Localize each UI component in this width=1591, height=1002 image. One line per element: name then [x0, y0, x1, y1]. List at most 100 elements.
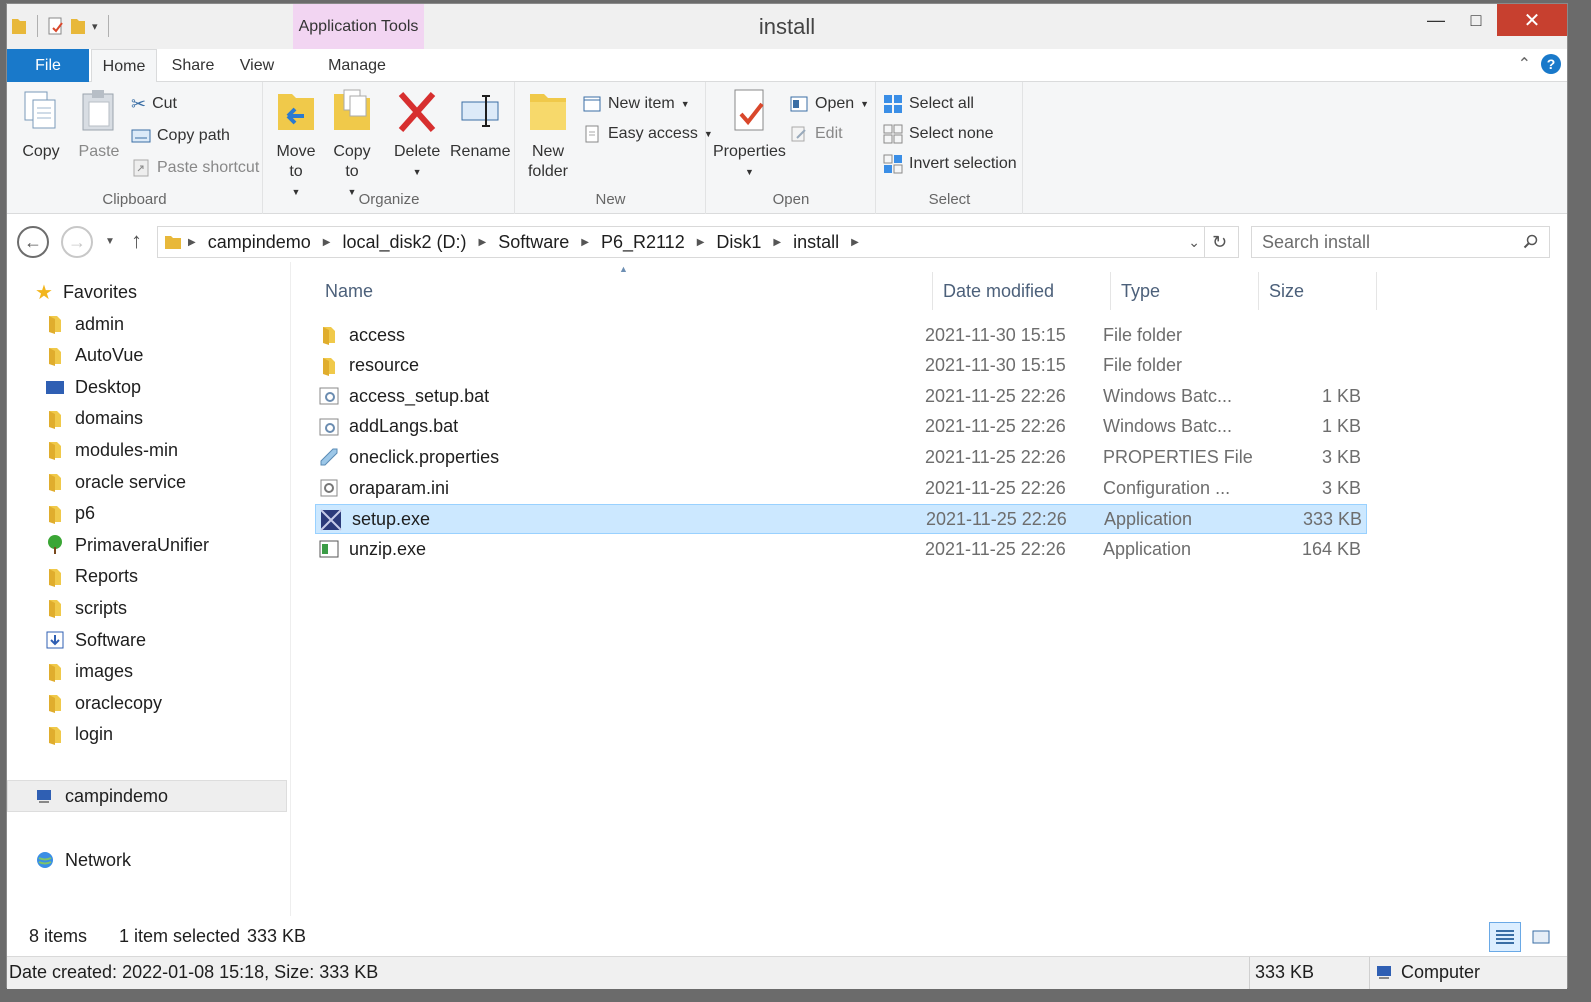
- paste-shortcut-button[interactable]: Paste shortcut: [131, 156, 259, 180]
- close-button[interactable]: ✕: [1497, 4, 1567, 36]
- sidebar-item-primaveraunifier[interactable]: PrimaveraUnifier: [45, 531, 209, 559]
- cut-button[interactable]: ✂ Cut: [131, 92, 177, 116]
- move-to-button[interactable]: Move to ▼: [274, 86, 318, 202]
- new-item-button[interactable]: New item ▼: [582, 92, 690, 116]
- tab-view[interactable]: View: [228, 49, 286, 82]
- tab-manage[interactable]: Manage: [307, 49, 407, 82]
- tab-home[interactable]: Home: [91, 49, 157, 83]
- sidebar-item-login[interactable]: login: [45, 721, 113, 749]
- edit-button[interactable]: Edit: [789, 122, 843, 146]
- folder-icon: [323, 327, 335, 345]
- copy-to-label: Copy to: [333, 143, 371, 180]
- invert-selection-button[interactable]: Invert selection: [883, 152, 1017, 176]
- recent-locations-icon[interactable]: ▼: [105, 236, 115, 247]
- chevron-right-icon[interactable]: ▶: [182, 237, 202, 248]
- search-input[interactable]: Search install: [1251, 226, 1550, 258]
- chevron-right-icon[interactable]: ▶: [575, 237, 595, 248]
- nav-favorites[interactable]: ★ Favorites: [35, 278, 137, 306]
- file-row[interactable]: access_setup.bat 2021-11-25 22:26 Windows …: [315, 381, 1367, 411]
- new-folder-button[interactable]: New folder: [526, 86, 570, 182]
- chevron-right-icon[interactable]: ▶: [691, 237, 711, 248]
- file-row[interactable]: setup.exe 2021-11-25 22:26 Application 333 …: [315, 503, 1367, 534]
- properties-icon[interactable]: [48, 16, 64, 36]
- sidebar-item-scripts[interactable]: scripts: [45, 594, 127, 622]
- breadcrumb-p6-r2112[interactable]: P6_R2112: [595, 232, 691, 253]
- file-row[interactable]: access 2021-11-30 15:15 File folder: [315, 320, 1367, 350]
- folder-icon[interactable]: [11, 16, 27, 36]
- select-none-button[interactable]: Select none: [883, 122, 994, 146]
- chevron-right-icon[interactable]: ▶: [845, 237, 865, 248]
- collapse-ribbon-icon[interactable]: ⌃: [1518, 54, 1531, 74]
- file-name: access: [349, 324, 406, 345]
- refresh-icon[interactable]: ↻: [1204, 227, 1234, 257]
- sidebar-item-oraclecopy[interactable]: oraclecopy: [45, 689, 162, 717]
- breadcrumb-local-disk2[interactable]: local_disk2 (D:): [336, 232, 472, 253]
- chevron-right-icon[interactable]: ▶: [317, 237, 337, 248]
- file-type: PROPERTIES File: [1103, 446, 1253, 467]
- easy-access-button[interactable]: Easy access ▼: [582, 122, 713, 146]
- copy-icon: [24, 91, 56, 129]
- file-row[interactable]: unzip.exe 2021-11-25 22:26 Application 164 …: [315, 534, 1367, 564]
- column-header-size[interactable]: Size: [1259, 272, 1377, 310]
- file-size: 333 KB: [1302, 509, 1362, 530]
- column-header-date[interactable]: Date modified: [933, 272, 1111, 310]
- paste-button[interactable]: Paste: [77, 86, 121, 162]
- sidebar-item-modules-min[interactable]: modules-min: [45, 436, 178, 464]
- back-button[interactable]: ←: [17, 226, 49, 258]
- invert-selection-label: Invert selection: [909, 155, 1017, 172]
- maximize-button[interactable]: □: [1455, 4, 1497, 36]
- customize-qat-icon[interactable]: ▾: [92, 20, 98, 33]
- column-header-type[interactable]: Type: [1111, 272, 1259, 310]
- nav-network[interactable]: Network: [35, 846, 131, 874]
- column-header-name[interactable]: Name: [315, 272, 933, 310]
- clipboard-group-label: Clipboard: [102, 191, 167, 208]
- forward-button[interactable]: →: [61, 226, 93, 258]
- status-bar: 8 items 1 item selected 333 KB: [7, 916, 1567, 956]
- sidebar-item-admin[interactable]: admin: [45, 310, 124, 338]
- sidebar-item-autovue[interactable]: AutoVue: [45, 342, 143, 370]
- rename-button[interactable]: Rename: [450, 86, 510, 162]
- chevron-right-icon[interactable]: ▶: [473, 237, 493, 248]
- breadcrumb-software[interactable]: Software: [492, 232, 575, 253]
- file-row[interactable]: oraparam.ini 2021-11-25 22:26 Configuratio…: [315, 473, 1367, 503]
- delete-button[interactable]: Delete ▼: [394, 86, 440, 182]
- quick-access-toolbar: ▾: [11, 12, 113, 40]
- copy-to-button[interactable]: Copy to ▼: [330, 86, 374, 202]
- breadcrumb-disk1[interactable]: Disk1: [710, 232, 767, 253]
- open-button[interactable]: Open ▼: [789, 92, 869, 116]
- sidebar-item-p6[interactable]: p6: [45, 500, 95, 528]
- invert-selection-icon: [883, 154, 903, 174]
- sidebar-item-oracle-service[interactable]: oracle service: [45, 468, 186, 496]
- address-history-icon[interactable]: ⌄: [1188, 234, 1200, 251]
- sidebar-item-domains[interactable]: domains: [45, 405, 143, 433]
- new-folder-icon[interactable]: [70, 16, 86, 36]
- help-icon[interactable]: ?: [1541, 54, 1561, 74]
- chevron-right-icon[interactable]: ▶: [767, 237, 787, 248]
- sidebar-item-desktop[interactable]: Desktop: [45, 373, 141, 401]
- file-name: unzip.exe: [349, 538, 427, 559]
- details-view-button[interactable]: [1489, 922, 1521, 952]
- copy-path-button[interactable]: Copy path: [131, 124, 230, 148]
- large-icons-view-button[interactable]: [1525, 922, 1557, 952]
- sidebar-item-images[interactable]: images: [45, 658, 133, 686]
- sidebar-item-software[interactable]: Software: [45, 626, 146, 654]
- details-bar: Date created: 2022-01-08 15:18, Size: 33…: [7, 956, 1567, 989]
- up-arrow-icon[interactable]: ↑: [131, 228, 142, 254]
- file-row[interactable]: oneclick.properties 2021-11-25 22:26 PROPE…: [315, 442, 1367, 472]
- address-bar[interactable]: ▶ campindemo ▶ local_disk2 (D:) ▶ Softwa…: [157, 226, 1239, 258]
- file-row[interactable]: addLangs.bat 2021-11-25 22:26 Windows Batc…: [315, 412, 1367, 442]
- copy-button[interactable]: Copy: [19, 86, 63, 162]
- tab-share[interactable]: Share: [162, 49, 224, 82]
- tab-file[interactable]: File: [7, 49, 89, 82]
- sidebar-item-label: images: [75, 661, 134, 682]
- sidebar-item-reports[interactable]: Reports: [45, 563, 138, 591]
- file-type: Application: [1103, 538, 1192, 559]
- minimize-button[interactable]: —: [1417, 4, 1455, 36]
- nav-computer[interactable]: campindemo: [35, 782, 168, 810]
- breadcrumb-campindemo[interactable]: campindemo: [202, 232, 317, 253]
- properties-button[interactable]: Properties ▼: [713, 86, 786, 182]
- breadcrumb-install[interactable]: install: [787, 232, 845, 253]
- file-row[interactable]: resource 2021-11-30 15:15 File folder: [315, 351, 1367, 381]
- select-all-button[interactable]: Select all: [883, 92, 974, 116]
- organize-group-label: Organize: [358, 191, 420, 208]
